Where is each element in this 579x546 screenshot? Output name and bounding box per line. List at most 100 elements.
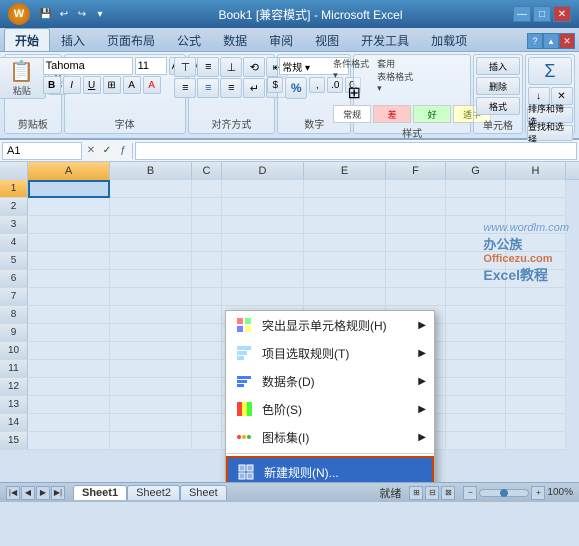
cell-H10[interactable]: [506, 342, 566, 360]
cell-H9[interactable]: [506, 324, 566, 342]
cell-B13[interactable]: [110, 396, 192, 414]
formula-input[interactable]: [135, 142, 577, 160]
style-bad[interactable]: 差: [373, 105, 411, 123]
font-color-btn[interactable]: A: [143, 76, 161, 94]
tab-view[interactable]: 视图: [304, 28, 350, 51]
cell-A4[interactable]: [28, 234, 110, 252]
cell-E5[interactable]: [304, 252, 386, 270]
tab-data[interactable]: 数据: [212, 28, 258, 51]
cell-G13[interactable]: [446, 396, 506, 414]
cell-E2[interactable]: [304, 198, 386, 216]
tab-formulas[interactable]: 公式: [166, 28, 212, 51]
cell-A12[interactable]: [28, 378, 110, 396]
italic-btn[interactable]: I: [63, 76, 81, 94]
cell-G15[interactable]: [446, 432, 506, 450]
cell-A15[interactable]: [28, 432, 110, 450]
comma-btn[interactable]: ,: [309, 77, 325, 93]
close-btn[interactable]: ✕: [553, 6, 571, 22]
paste-button[interactable]: 📋 粘贴: [0, 57, 46, 99]
cell-C6[interactable]: [192, 270, 222, 288]
sheet-tab-3[interactable]: Sheet: [180, 485, 227, 500]
ribbon-close-btn[interactable]: ✕: [559, 33, 575, 49]
tab-home[interactable]: 开始: [4, 28, 50, 51]
sheet-last-btn[interactable]: ▶|: [51, 486, 65, 500]
row-num-5[interactable]: 5: [0, 252, 28, 270]
border-btn[interactable]: ⊞: [103, 76, 121, 94]
align-left-btn[interactable]: ≡: [174, 78, 196, 98]
cell-B4[interactable]: [110, 234, 192, 252]
tab-developer[interactable]: 开发工具: [350, 28, 420, 51]
maximize-btn[interactable]: □: [533, 6, 551, 22]
text-direction-btn[interactable]: ⟲: [243, 57, 265, 77]
cell-B2[interactable]: [110, 198, 192, 216]
zoom-out-btn[interactable]: −: [463, 486, 477, 500]
row-num-10[interactable]: 10: [0, 342, 28, 360]
cell-B1[interactable]: [110, 180, 192, 198]
cell-B12[interactable]: [110, 378, 192, 396]
page-layout-btn[interactable]: ⊟: [425, 486, 439, 500]
cell-H15[interactable]: [506, 432, 566, 450]
col-header-A[interactable]: A: [28, 162, 110, 180]
dropdown-quick-btn[interactable]: ▾: [92, 6, 108, 22]
insert-function-btn[interactable]: ƒ: [116, 144, 130, 158]
menu-item-databar[interactable]: 数据条(D) ▶: [226, 367, 434, 395]
row-num-13[interactable]: 13: [0, 396, 28, 414]
cond-format-btn[interactable]: 条件格式 ▾: [333, 57, 375, 81]
cell-G12[interactable]: [446, 378, 506, 396]
cell-F1[interactable]: [386, 180, 446, 198]
office-button[interactable]: W: [8, 3, 30, 25]
table-format-btn[interactable]: 套用表格格式 ▾: [377, 57, 419, 94]
cell-E1[interactable]: [304, 180, 386, 198]
cell-G14[interactable]: [446, 414, 506, 432]
ribbon-collapse-btn[interactable]: ▲: [543, 33, 559, 49]
tab-addins[interactable]: 加载项: [420, 28, 478, 51]
zoom-slider[interactable]: [479, 489, 529, 497]
sheet-tab-1[interactable]: Sheet1: [73, 485, 127, 500]
row-num-7[interactable]: 7: [0, 288, 28, 306]
col-header-F[interactable]: F: [386, 162, 446, 180]
col-header-B[interactable]: B: [110, 162, 192, 180]
cell-B15[interactable]: [110, 432, 192, 450]
cell-A14[interactable]: [28, 414, 110, 432]
font-size-selector[interactable]: 11: [135, 57, 167, 75]
cell-G4[interactable]: [446, 234, 506, 252]
cell-G9[interactable]: [446, 324, 506, 342]
sheet-first-btn[interactable]: |◀: [6, 486, 20, 500]
cell-F4[interactable]: [386, 234, 446, 252]
cell-G6[interactable]: [446, 270, 506, 288]
col-header-E[interactable]: E: [304, 162, 386, 180]
cell-C12[interactable]: [192, 378, 222, 396]
sheet-tab-2[interactable]: Sheet2: [127, 485, 180, 500]
cell-C8[interactable]: [192, 306, 222, 324]
cell-A13[interactable]: [28, 396, 110, 414]
cell-D7[interactable]: [222, 288, 304, 306]
cell-F6[interactable]: [386, 270, 446, 288]
cell-H11[interactable]: [506, 360, 566, 378]
cell-H4[interactable]: [506, 234, 566, 252]
save-quick-btn[interactable]: 💾: [38, 6, 54, 22]
cell-H6[interactable]: [506, 270, 566, 288]
cell-C2[interactable]: [192, 198, 222, 216]
cell-D1[interactable]: [222, 180, 304, 198]
cell-E3[interactable]: [304, 216, 386, 234]
delete-cell-btn[interactable]: 删除: [476, 77, 520, 95]
fill-color-btn[interactable]: A: [123, 76, 141, 94]
row-num-9[interactable]: 9: [0, 324, 28, 342]
percent-btn[interactable]: %: [285, 77, 307, 99]
sheet-prev-btn[interactable]: ◀: [21, 486, 35, 500]
cell-F3[interactable]: [386, 216, 446, 234]
cell-D3[interactable]: [222, 216, 304, 234]
cell-H7[interactable]: [506, 288, 566, 306]
cell-C9[interactable]: [192, 324, 222, 342]
cell-A9[interactable]: [28, 324, 110, 342]
cell-G5[interactable]: [446, 252, 506, 270]
underline-btn[interactable]: U: [83, 76, 101, 94]
cell-A7[interactable]: [28, 288, 110, 306]
cell-A1[interactable]: [28, 180, 110, 198]
cell-A5[interactable]: [28, 252, 110, 270]
cell-A10[interactable]: [28, 342, 110, 360]
style-normal[interactable]: 常规: [333, 105, 371, 123]
cell-G1[interactable]: [446, 180, 506, 198]
cell-C3[interactable]: [192, 216, 222, 234]
align-top-btn[interactable]: ⊤: [174, 57, 196, 77]
